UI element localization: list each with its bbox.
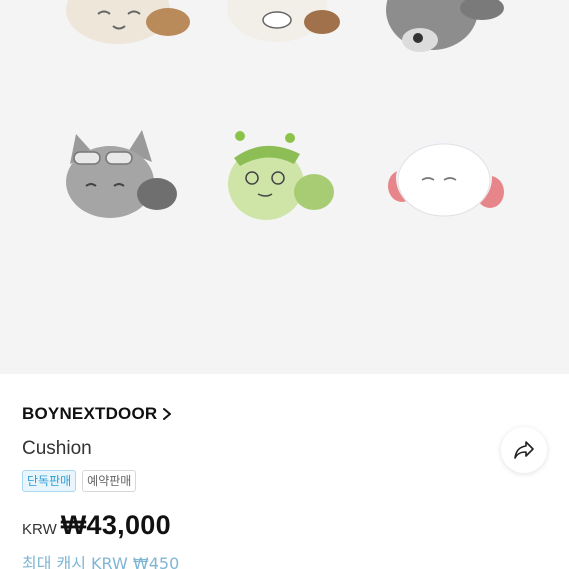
share-icon [514, 441, 534, 459]
product-title: Cushion [22, 438, 92, 459]
price-row: KRW ₩43,000 [22, 510, 171, 541]
cat-plush-gray-sunglasses-icon [66, 130, 177, 218]
artist-name: BOYNEXTDOOR [22, 404, 158, 423]
frog-plush-green-icon [228, 131, 334, 220]
artist-link[interactable]: BOYNEXTDOOR [22, 404, 174, 424]
product-image-gallery[interactable] [0, 0, 569, 374]
badge-row: 단독판매 예약판매 [22, 470, 137, 492]
bear-plush-gray-icon [386, 0, 504, 52]
ghost-plush-white-icon [388, 140, 504, 217]
preorder-badge: 예약판매 [82, 470, 137, 492]
currency-label: KRW [22, 521, 57, 538]
cat-plush-brown-icon [227, 0, 340, 42]
share-button[interactable] [501, 427, 547, 473]
chevron-right-icon [163, 408, 172, 420]
price-value: ₩43,000 [60, 510, 171, 540]
max-cash-label: 최대 캐시 KRW ₩450 [22, 554, 180, 569]
exclusive-sale-badge: 단독판매 [22, 470, 77, 492]
product-info-panel: BOYNEXTDOOR Cushion 단독판매 예약판매 KRW ₩43,00… [0, 374, 569, 569]
cat-plush-cream-icon [66, 0, 190, 44]
